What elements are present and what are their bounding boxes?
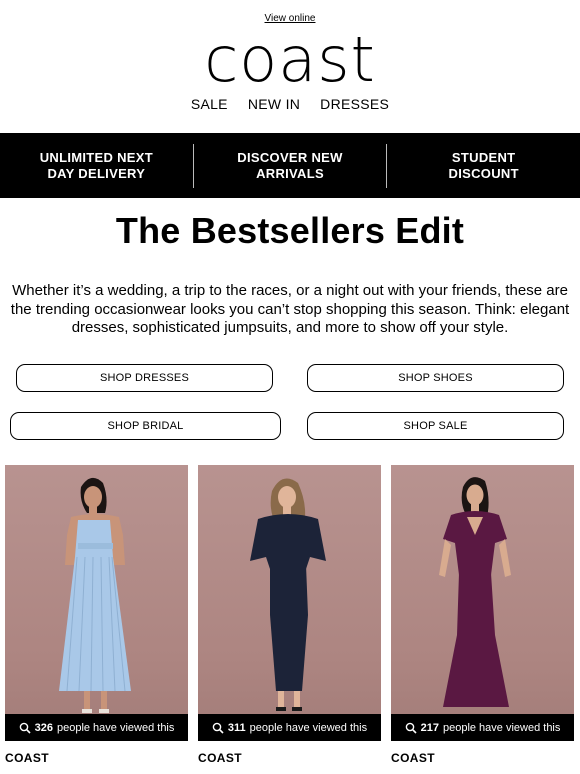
shop-dresses-button[interactable]: SHOP DRESSES [16,364,273,392]
viewed-count: 326 [34,721,53,734]
intro-text: Whether it’s a wedding, a trip to the ra… [10,282,570,336]
promo-student-line1: STUDENT [451,149,516,165]
shop-sale-button[interactable]: SHOP SALE [307,412,564,440]
viewed-label: people have viewed this [56,721,175,734]
viewed-count: 311 [227,721,246,734]
promo-student-discount[interactable]: STUDENT DISCOUNT [387,150,580,182]
viewed-counter: 311 people have viewed this [198,714,381,741]
nav-sale[interactable]: SALE [191,96,228,112]
promo-bar: UNLIMITED NEXT DAY DELIVERY DISCOVER NEW… [0,133,580,198]
top-nav: SALE NEW IN DRESSES [0,96,580,112]
model-in-navy-dress-image [240,478,340,741]
brand-logo[interactable]: coast [0,24,580,96]
viewed-label: people have viewed this [442,721,561,734]
product-card[interactable]: 326 people have viewed this COAST [5,465,188,765]
product-card[interactable]: 311 people have viewed this COAST [198,465,381,765]
page-title: The Bestsellers Edit [115,210,465,251]
nav-dresses[interactable]: DRESSES [320,96,389,112]
promo-new-arrivals-line2: ARRIVALS [256,165,324,181]
promo-delivery-line2: DAY DELIVERY [47,165,146,181]
viewed-counter: 217 people have viewed this [391,714,574,741]
search-icon [19,722,31,734]
shop-shoes-button[interactable]: SHOP SHOES [307,364,564,392]
promo-delivery[interactable]: UNLIMITED NEXT DAY DELIVERY [0,150,193,182]
search-icon [405,722,417,734]
product-image[interactable]: 217 people have viewed this [391,465,574,741]
product-brand: COAST [391,751,435,765]
product-image[interactable]: 311 people have viewed this [198,465,381,741]
promo-new-arrivals-line1: DISCOVER NEW [237,149,343,165]
product-image[interactable]: 326 people have viewed this [5,465,188,741]
shop-bridal-button[interactable]: SHOP BRIDAL [10,412,281,440]
viewed-counter: 326 people have viewed this [5,714,188,741]
search-icon [212,722,224,734]
model-in-light-blue-dress-image [46,477,146,741]
promo-new-arrivals[interactable]: DISCOVER NEW ARRIVALS [194,150,387,182]
product-brand: COAST [5,751,49,765]
product-brand: COAST [198,751,242,765]
model-in-plum-gown-image [427,477,527,741]
promo-student-line2: DISCOUNT [448,165,519,181]
viewed-count: 217 [420,721,439,734]
promo-delivery-line1: UNLIMITED NEXT [39,149,153,165]
nav-new-in[interactable]: NEW IN [248,96,300,112]
viewed-label: people have viewed this [249,721,368,734]
product-card[interactable]: 217 people have viewed this COAST [391,465,574,765]
